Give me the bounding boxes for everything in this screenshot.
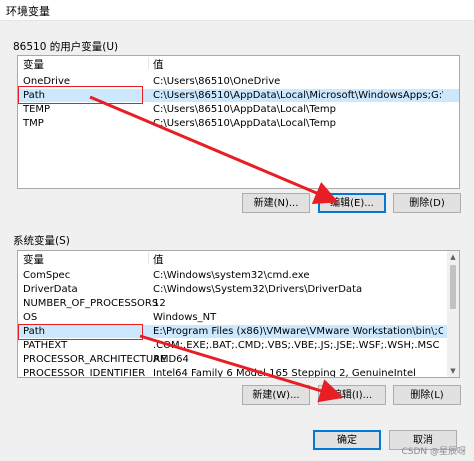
system-list-header: 变量 值 [18,251,459,267]
variable-name: ComSpec [23,270,71,281]
system-var-row-driverdata[interactable]: DriverData C:\Windows\System32\Drivers\D… [18,283,459,296]
variable-value: .COM;.EXE;.BAT;.CMD;.VBS;.VBE;.JS;.JSE;.… [153,340,440,351]
user-variables-label: 86510 的用户变量(U) [13,41,119,53]
user-list-header: 变量 值 [18,56,459,72]
watermark: CSDN @星辰呀 [401,447,466,457]
user-var-row-temp[interactable]: TEMP C:\Users\86510\AppData\Local\Temp [18,103,459,116]
variable-name: PATHEXT [23,340,68,351]
variable-value: C:\Users\86510\AppData\Local\Temp [153,104,336,115]
system-variables-list[interactable]: 变量 值 ComSpec C:\Windows\system32\cmd.exe… [17,250,460,378]
variable-value: C:\Windows\System32\Drivers\DriverData [153,284,363,295]
variable-name: TMP [23,118,44,129]
variable-value: E:\Program Files (x86)\VMware\VMware Wor… [153,326,443,337]
system-edit-button[interactable]: 编辑(I)... [318,385,386,405]
scroll-thumb[interactable] [450,265,456,309]
user-variables-list[interactable]: 变量 值 OneDrive C:\Users\86510\OneDrive Pa… [17,55,460,189]
variable-name: DriverData [23,284,78,295]
scroll-down-icon[interactable]: ▼ [447,365,459,377]
user-var-row-tmp[interactable]: TMP C:\Users\86510\AppData\Local\Temp [18,117,459,130]
scroll-up-icon[interactable]: ▲ [447,251,459,263]
variable-value: Windows_NT [153,312,217,323]
column-header-value[interactable]: 值 [153,252,164,267]
variable-value: Intel64 Family 6 Model 165 Stepping 2, G… [153,368,416,378]
variable-value: C:\Users\86510\AppData\Local\Microsoft\W… [153,90,443,101]
system-variables-label: 系统变量(S) [13,235,70,247]
variable-value: 12 [153,298,166,309]
variable-name: PROCESSOR_ARCHITECTURE [23,354,167,365]
variable-value: C:\Windows\system32\cmd.exe [153,270,310,281]
system-var-row-processor-architecture[interactable]: PROCESSOR_ARCHITECTURE AMD64 [18,353,459,366]
annotation-box-system-path [18,324,143,340]
title-bar: 环境变量 [0,0,474,21]
variable-value: C:\Users\86510\AppData\Local\Temp [153,118,336,129]
variable-name: OS [23,312,38,323]
system-delete-button[interactable]: 删除(L) [393,385,461,405]
column-header-variable[interactable]: 变量 [23,252,44,267]
annotation-box-user-path [18,86,143,104]
system-list-scrollbar[interactable]: ▲ ▼ [447,251,459,377]
column-header-value[interactable]: 值 [153,57,164,72]
variable-name: NUMBER_OF_PROCESSORS [23,298,159,309]
system-var-row-comspec[interactable]: ComSpec C:\Windows\system32\cmd.exe [18,269,459,282]
ok-button[interactable]: 确定 [313,430,381,450]
column-header-variable[interactable]: 变量 [23,57,44,72]
system-var-row-pathext[interactable]: PATHEXT .COM;.EXE;.BAT;.CMD;.VBS;.VBE;.J… [18,339,459,352]
user-edit-button[interactable]: 编辑(E)... [318,193,386,213]
user-delete-button[interactable]: 删除(D) [393,193,461,213]
variable-value: C:\Users\86510\OneDrive [153,76,281,87]
system-var-row-processor-identifier[interactable]: PROCESSOR_IDENTIFIER Intel64 Family 6 Mo… [18,367,459,378]
system-var-row-processors[interactable]: NUMBER_OF_PROCESSORS 12 [18,297,459,310]
variable-name: PROCESSOR_IDENTIFIER [23,368,146,378]
system-var-row-os[interactable]: OS Windows_NT [18,311,459,324]
variable-name: TEMP [23,104,51,115]
variable-value: AMD64 [153,354,189,365]
user-new-button[interactable]: 新建(N)... [242,193,310,213]
system-new-button[interactable]: 新建(W)... [242,385,310,405]
window-title: 环境变量 [6,5,50,18]
